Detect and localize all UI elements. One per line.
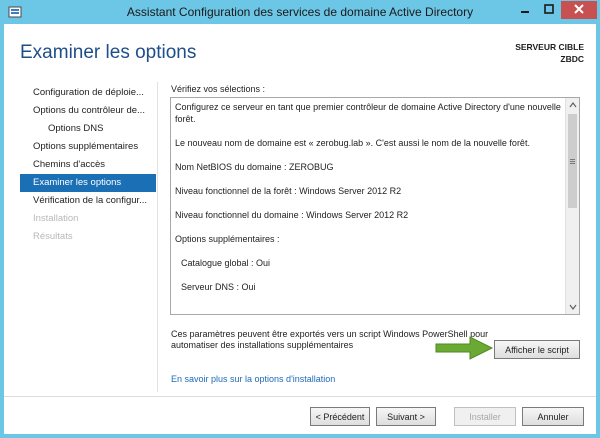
- title-bar[interactable]: Assistant Configuration des services de …: [0, 0, 600, 24]
- maximize-icon: [544, 4, 554, 16]
- target-server-name: ZBDC: [560, 54, 584, 64]
- page-title: Examiner les options: [20, 42, 197, 63]
- minimize-icon: [520, 4, 530, 16]
- window-title: Assistant Configuration des services de …: [126, 5, 474, 19]
- review-line: Catalogue global : Oui: [181, 258, 271, 268]
- review-scrollbar[interactable]: [565, 98, 579, 314]
- close-icon: [574, 4, 584, 16]
- review-textbox[interactable]: Configurez ce serveur en tant que premie…: [170, 97, 580, 315]
- grip-icon: [570, 158, 575, 164]
- scroll-up-button[interactable]: [566, 98, 579, 112]
- review-line: Options supplémentaires :: [175, 234, 280, 244]
- nav-item-installation: Installation: [33, 213, 79, 224]
- nav-item-deployment[interactable]: Configuration de déploie...: [20, 84, 156, 102]
- review-line: Nom NetBIOS du domaine : ZEROBUG: [175, 162, 334, 172]
- wizard-window: Assistant Configuration des services de …: [0, 0, 600, 438]
- nav-item-review-options[interactable]: Examiner les options: [20, 174, 156, 192]
- nav-item-results: Résultats: [33, 231, 73, 242]
- nav-item-paths[interactable]: Chemins d'accès: [20, 156, 156, 174]
- footer-divider: [4, 396, 596, 397]
- chevron-down-icon: [569, 302, 577, 312]
- review-line: Niveau fonctionnel de la forêt : Windows…: [175, 186, 402, 196]
- review-line: Le nouveau nom de domaine est « zerobug.…: [175, 138, 530, 148]
- nav-item-dc-options[interactable]: Options du contrôleur de...: [20, 102, 156, 120]
- nav-item-dns-options[interactable]: Options DNS: [20, 120, 156, 138]
- nav-item-prerequisites[interactable]: Vérification de la configur...: [20, 192, 156, 210]
- arrow-right-icon: [434, 335, 494, 361]
- scroll-down-button[interactable]: [566, 300, 579, 314]
- previous-button[interactable]: < Précédent: [310, 407, 370, 426]
- learn-more-link[interactable]: En savoir plus sur la options d'installa…: [171, 374, 335, 384]
- review-line: Configurez ce serveur en tant que premie…: [175, 102, 561, 124]
- nav-item-additional-options[interactable]: Options supplémentaires: [20, 138, 156, 156]
- close-button[interactable]: [561, 1, 597, 19]
- minimize-button[interactable]: [513, 1, 537, 19]
- maximize-button[interactable]: [537, 1, 561, 19]
- install-button: Installer: [454, 407, 516, 426]
- nav-divider: [157, 82, 158, 392]
- cancel-button[interactable]: Annuler: [522, 407, 584, 426]
- chevron-up-icon: [569, 100, 577, 110]
- review-content: Configurez ce serveur en tant que premie…: [175, 101, 563, 305]
- wizard-client-area: Examiner les options SERVEUR CIBLE ZBDC …: [4, 24, 596, 434]
- scroll-thumb[interactable]: [568, 114, 577, 208]
- wizard-nav: Configuration de déploie... Options du c…: [20, 84, 156, 246]
- view-script-button[interactable]: Afficher le script: [494, 340, 580, 359]
- review-line: Serveur DNS : Oui: [181, 282, 256, 292]
- verify-label: Vérifiez vos sélections :: [171, 84, 266, 94]
- review-line: Niveau fonctionnel du domaine : Windows …: [175, 210, 409, 220]
- next-button[interactable]: Suivant >: [376, 407, 436, 426]
- target-server-label: SERVEUR CIBLE: [515, 42, 584, 52]
